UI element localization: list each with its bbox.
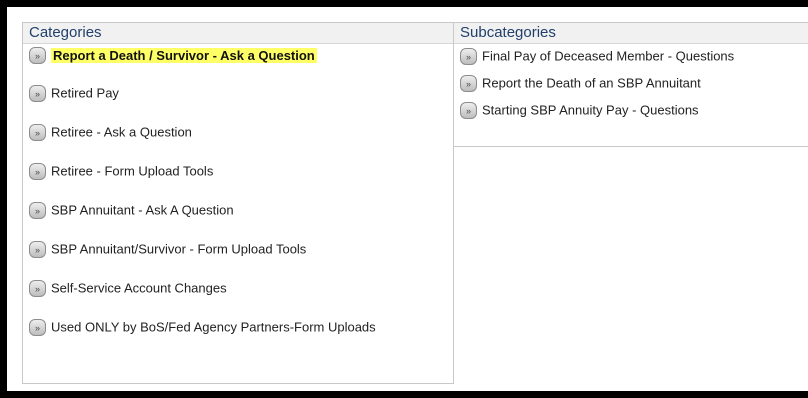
double-chevron-right-icon[interactable]: » bbox=[460, 75, 477, 93]
category-label: Retiree - Form Upload Tools bbox=[51, 163, 214, 179]
subcategory-label: Report the Death of an SBP Annuitant bbox=[482, 75, 701, 91]
category-selector-window: Categories » Report a Death / Survivor - … bbox=[7, 7, 808, 391]
double-chevron-right-icon[interactable]: » bbox=[460, 102, 477, 120]
category-label: SBP Annuitant - Ask A Question bbox=[51, 202, 234, 218]
double-chevron-right-icon[interactable]: » bbox=[460, 48, 477, 66]
category-label: Retiree - Ask a Question bbox=[51, 124, 192, 140]
category-item-self-service[interactable]: » Self-Service Account Changes bbox=[29, 278, 227, 299]
subcategory-item-starting-sbp[interactable]: » Starting SBP Annuity Pay - Questions bbox=[460, 100, 699, 121]
category-item-retired-pay[interactable]: » Retired Pay bbox=[29, 83, 119, 104]
category-label: Used ONLY by BoS/Fed Agency Partners-For… bbox=[51, 319, 376, 335]
subcategories-header: Subcategories bbox=[454, 23, 808, 44]
double-chevron-right-icon[interactable]: » bbox=[29, 241, 46, 259]
category-label: Report a Death / Survivor - Ask a Questi… bbox=[51, 47, 317, 63]
category-label: SBP Annuitant/Survivor - Form Upload Too… bbox=[51, 241, 307, 257]
subcategory-label: Final Pay of Deceased Member - Questions bbox=[482, 48, 735, 64]
category-item-bos-partners[interactable]: » Used ONLY by BoS/Fed Agency Partners-Fo… bbox=[25, 317, 405, 338]
category-item-report-death[interactable]: » Report a Death / Survivor - Ask a Quest… bbox=[29, 45, 317, 66]
double-chevron-right-icon[interactable]: » bbox=[29, 163, 46, 181]
subcategories-panel: Subcategories » Final Pay of Deceased Mem… bbox=[453, 22, 808, 147]
double-chevron-right-icon[interactable]: » bbox=[29, 202, 46, 220]
categories-panel: Categories » Report a Death / Survivor - … bbox=[22, 22, 454, 384]
subcategory-label: Starting SBP Annuity Pay - Questions bbox=[482, 102, 699, 118]
double-chevron-right-icon[interactable]: » bbox=[29, 47, 46, 65]
category-item-sbp-upload[interactable]: » SBP Annuitant/Survivor - Form Upload To… bbox=[29, 239, 306, 260]
categories-header: Categories bbox=[23, 23, 453, 44]
double-chevron-right-icon[interactable]: » bbox=[29, 319, 46, 337]
double-chevron-right-icon[interactable]: » bbox=[29, 85, 46, 103]
category-item-retiree-ask[interactable]: » Retiree - Ask a Question bbox=[29, 122, 192, 143]
category-item-sbp-ask[interactable]: » SBP Annuitant - Ask A Question bbox=[29, 200, 234, 221]
subcategory-item-report-death-sbp[interactable]: » Report the Death of an SBP Annuitant bbox=[460, 73, 701, 94]
double-chevron-right-icon[interactable]: » bbox=[29, 280, 46, 298]
double-chevron-right-icon[interactable]: » bbox=[29, 124, 46, 142]
category-label: Self-Service Account Changes bbox=[51, 280, 227, 296]
subcategory-item-final-pay[interactable]: » Final Pay of Deceased Member - Question… bbox=[460, 46, 734, 67]
category-label: Retired Pay bbox=[51, 85, 119, 101]
category-item-retiree-upload[interactable]: » Retiree - Form Upload Tools bbox=[29, 161, 213, 182]
